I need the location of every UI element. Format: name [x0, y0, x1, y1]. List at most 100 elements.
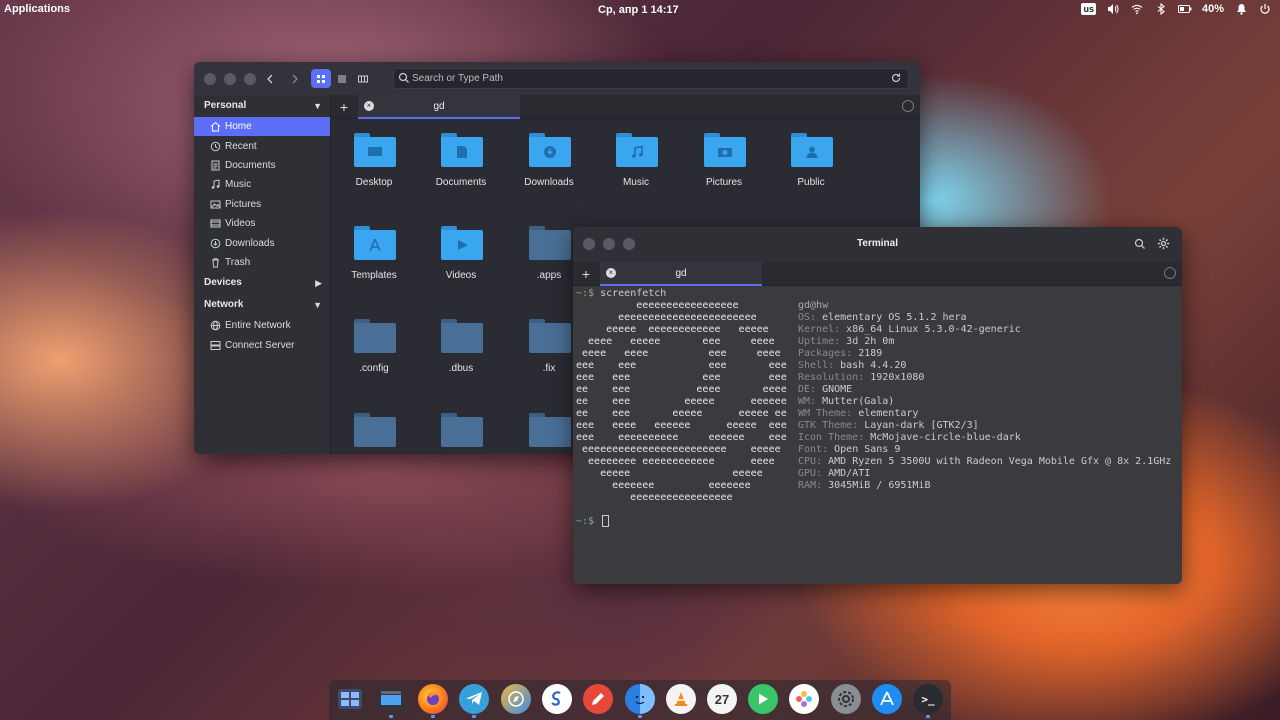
reload-icon[interactable]	[890, 72, 902, 84]
tab-gd[interactable]: × gd	[600, 262, 762, 286]
running-indicator	[431, 715, 435, 718]
system-info-row: WM Theme: elementary	[798, 408, 1171, 420]
minimize-window-button[interactable]	[224, 73, 236, 85]
sidebar-item-videos[interactable]: Videos	[194, 214, 330, 233]
system-info-row: OS: elementary OS 5.1.2 hera	[798, 312, 1171, 324]
server-icon	[210, 340, 221, 351]
close-window-button[interactable]	[204, 73, 216, 85]
system-info-key: Font:	[798, 444, 829, 455]
sidebar-item-connect-server[interactable]: Connect Server	[194, 336, 330, 355]
terminal-title: Terminal	[857, 238, 898, 249]
path-search-bar[interactable]	[393, 68, 909, 89]
sidebar-section-personal[interactable]: Personal ▼	[194, 95, 330, 117]
power-icon[interactable]	[1258, 2, 1272, 16]
bluetooth-icon[interactable]	[1154, 2, 1168, 16]
folder-item-config[interactable]: .config	[334, 305, 414, 385]
icon-view-button[interactable]	[311, 69, 331, 88]
system-info-row: GTK Theme: Layan-dark [GTK2/3]	[798, 420, 1171, 432]
dock-files[interactable]	[376, 684, 406, 718]
keyboard-layout-indicator[interactable]: us	[1081, 3, 1096, 15]
system-info-value: 3045MiB / 6951MiB	[822, 480, 931, 491]
tab-history-icon[interactable]	[1164, 267, 1176, 279]
sidebar-section-network[interactable]: Network ▼	[194, 294, 330, 316]
folder-item-videos[interactable]: Videos	[421, 212, 501, 292]
play-icon	[759, 693, 768, 705]
folder-item-downloads[interactable]: Downloads	[509, 119, 589, 199]
sidebar-item-recent[interactable]: Recent	[194, 136, 330, 155]
system-info-value: McMojave-circle-blue-dark	[864, 432, 1021, 443]
wifi-icon[interactable]	[1130, 2, 1144, 16]
path-search-input[interactable]	[412, 69, 882, 88]
sidebar-item-label: Pictures	[225, 198, 262, 210]
ascii-logo-line: eeeee eeeee	[576, 468, 763, 479]
list-view-button[interactable]	[332, 69, 352, 88]
system-info-value: elementary OS 5.1.2 hera	[816, 312, 967, 323]
dock-finder[interactable]	[625, 684, 655, 718]
dock-app-store[interactable]	[872, 684, 902, 714]
chevron-left-icon	[267, 74, 273, 84]
files-headerbar	[194, 62, 920, 95]
dock-settings[interactable]	[831, 684, 861, 714]
ascii-logo-line: eee eee eee eee	[576, 360, 787, 371]
chevron-right-icon	[292, 74, 298, 84]
ascii-logo-line: eee eeee eeeeee eeeee eee	[576, 420, 787, 431]
folder-item-public[interactable]: Public	[771, 119, 851, 199]
applications-button[interactable]: Applications	[4, 3, 70, 15]
sidebar-item-home[interactable]: Home	[194, 117, 330, 137]
sidebar-item-trash[interactable]: Trash	[194, 253, 330, 272]
sidebar-item-pictures[interactable]: Pictures	[194, 195, 330, 214]
battery-percentage[interactable]: 40%	[1202, 3, 1224, 15]
maximize-window-button[interactable]	[244, 73, 256, 85]
volume-icon[interactable]	[1106, 2, 1120, 16]
sidebar-section-devices[interactable]: Devices ▶	[194, 272, 330, 294]
dock-sketch[interactable]	[583, 684, 613, 714]
ascii-logo-line: eeeeeeeeeeeeeeeeeeeeeee	[576, 312, 757, 323]
folder-item-dbus[interactable]: .dbus	[421, 305, 501, 385]
terminal-output[interactable]: ~:$ screenfetch eeeeeeeeeeeeeeeee eeeeee…	[573, 286, 1182, 584]
sidebar-item-label: Recent	[225, 140, 257, 152]
dock-photos[interactable]	[789, 684, 819, 714]
folder-hidden-icon	[529, 226, 571, 260]
dock-terminal[interactable]: >_	[913, 684, 943, 718]
folder-item-partial[interactable]	[334, 399, 414, 454]
dock-calendar[interactable]: 27	[707, 684, 737, 714]
panel-clock[interactable]: Ср, апр 1 14:17	[598, 4, 679, 16]
dock-browser[interactable]	[501, 684, 531, 714]
sidebar-item-music[interactable]: Music	[194, 175, 330, 194]
ascii-logo-line: eeeeeeee eeeeeeeeeeee eeee	[576, 456, 775, 467]
forward-button[interactable]	[286, 70, 304, 88]
dock-vlc[interactable]	[666, 684, 696, 714]
dock-simplenote[interactable]	[542, 684, 572, 714]
folder-item-desktop[interactable]: Desktop	[334, 119, 414, 199]
folder-item-partial[interactable]	[421, 399, 501, 454]
dock-telegram[interactable]	[459, 684, 489, 718]
search-icon[interactable]	[1134, 238, 1146, 250]
sidebar-item-documents[interactable]: Documents	[194, 156, 330, 175]
compass-icon	[508, 691, 524, 707]
gear-icon[interactable]	[1157, 237, 1170, 250]
sidebar-item-entire-network[interactable]: Entire Network	[194, 316, 330, 335]
simplenote-icon	[551, 691, 561, 706]
system-info-row: Packages: 2189	[798, 348, 1171, 360]
tab-history-icon[interactable]	[902, 100, 914, 112]
folder-item-documents[interactable]: Documents	[421, 119, 501, 199]
sidebar-item-label: Videos	[225, 218, 256, 230]
tab-gd[interactable]: × gd	[358, 95, 520, 119]
list-icon	[338, 75, 346, 82]
notifications-bell-icon[interactable]	[1234, 2, 1248, 16]
folder-item-pictures[interactable]: Pictures	[684, 119, 764, 199]
pencil-icon	[592, 693, 604, 705]
calendar-day-number: 27	[714, 691, 730, 707]
column-view-button[interactable]	[353, 69, 373, 88]
battery-icon[interactable]	[1177, 2, 1192, 16]
system-info-key: GPU:	[798, 468, 823, 479]
back-button[interactable]	[261, 70, 279, 88]
new-tab-button[interactable]: +	[577, 265, 595, 283]
dock-firefox[interactable]	[418, 684, 448, 718]
dock-multitasking-view[interactable]	[335, 684, 365, 714]
new-tab-button[interactable]: +	[335, 98, 353, 116]
sidebar-item-downloads[interactable]: Downloads	[194, 233, 330, 252]
folder-item-music[interactable]: Music	[596, 119, 676, 199]
folder-item-templates[interactable]: Templates	[334, 212, 414, 292]
dock-media-player[interactable]	[748, 684, 778, 714]
